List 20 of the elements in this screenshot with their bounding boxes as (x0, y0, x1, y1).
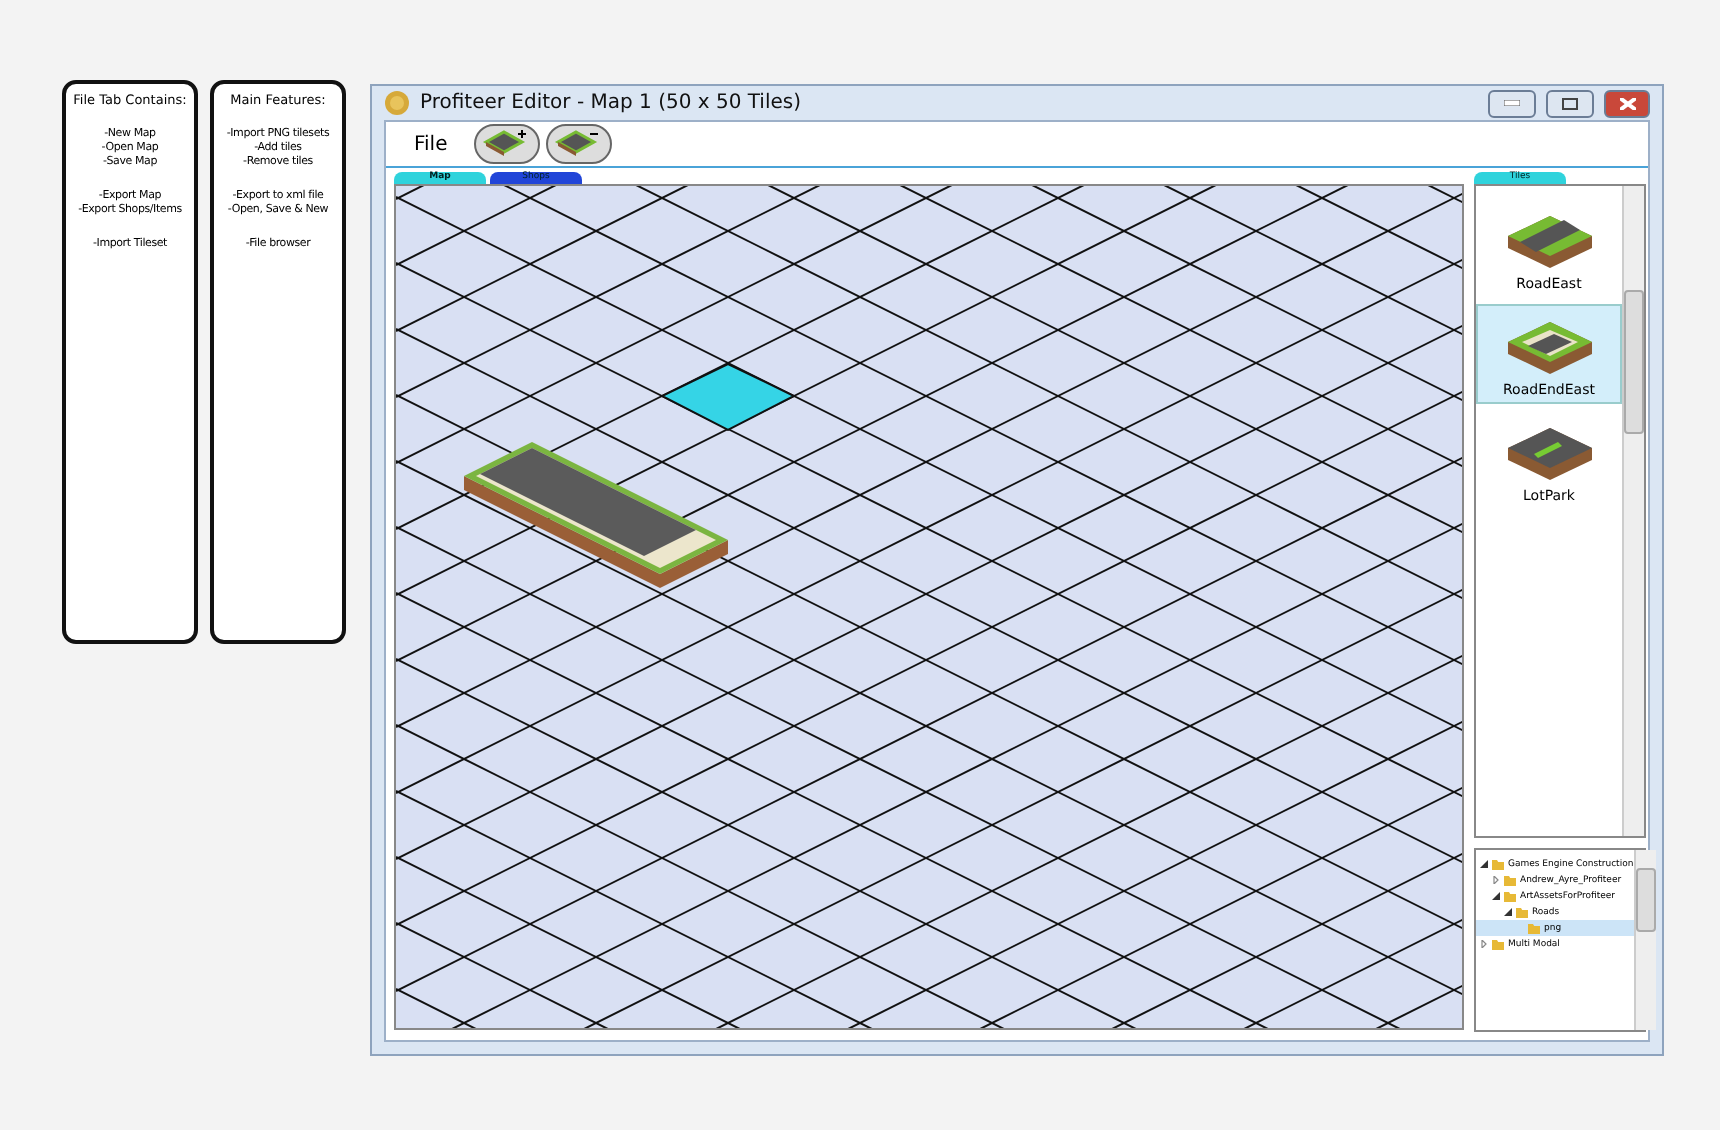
expanded-icon[interactable] (1492, 892, 1500, 900)
window-title: Profiteer Editor - Map 1 (50 x 50 Tiles) (420, 92, 803, 114)
close-icon (1619, 97, 1635, 109)
tile-minus-icon (554, 128, 603, 160)
highlighted-tile (659, 362, 797, 432)
add-tile-button[interactable] (473, 124, 540, 164)
minimize-button[interactable] (1488, 89, 1536, 117)
maximize-icon (1562, 97, 1578, 109)
maximize-button[interactable] (1546, 89, 1594, 117)
expanded-icon[interactable] (1504, 908, 1512, 916)
tile-plus-icon (482, 128, 531, 160)
close-button[interactable] (1604, 89, 1650, 117)
scrollbar[interactable] (1633, 850, 1656, 1030)
collapsed-icon[interactable] (1492, 876, 1500, 884)
minimize-icon (1504, 100, 1520, 106)
expanded-icon[interactable] (1480, 860, 1488, 868)
coin-icon (384, 90, 410, 116)
remove-tile-button[interactable] (545, 124, 612, 164)
collapsed-icon[interactable] (1480, 940, 1488, 948)
scrollbar[interactable] (1622, 186, 1644, 836)
